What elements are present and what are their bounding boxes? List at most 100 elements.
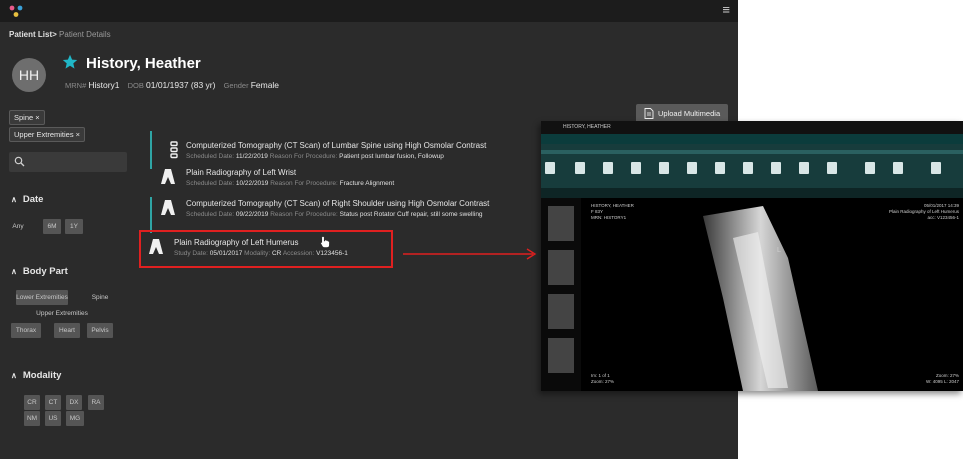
series-thumbnail-column bbox=[541, 198, 581, 391]
viewer-secondary-toolbar bbox=[541, 188, 963, 198]
mrn-value: History1 bbox=[88, 80, 120, 90]
study-meta-value: Patient post lumbar fusion, Followup bbox=[339, 153, 444, 160]
torso-icon bbox=[161, 200, 175, 215]
study-meta-label: Reason For Procedure: bbox=[270, 211, 338, 218]
study-meta-label: Scheduled Date: bbox=[186, 180, 235, 187]
study-meta-value: Status post Rotator Cuff repair, still s… bbox=[339, 211, 483, 218]
study-title: Computerized Tomography (CT Scan) of Lum… bbox=[186, 141, 487, 150]
study-meta: Study Date: 05/01/2017 Modality: CR Acce… bbox=[174, 250, 348, 257]
study-meta-label: Accession: bbox=[282, 250, 315, 257]
overlay-text: MRN: HISTORY1 bbox=[591, 215, 627, 220]
torso-icon bbox=[149, 239, 163, 254]
body-part-section-label: Body Part bbox=[22, 266, 68, 277]
chevron-up-icon: ∧ bbox=[11, 267, 17, 276]
date-section-title[interactable]: ∧ Date bbox=[11, 194, 43, 205]
date-option-1y[interactable]: 1Y bbox=[65, 219, 83, 234]
mrn-label: MRN# bbox=[65, 81, 87, 90]
selected-study-highlight bbox=[139, 230, 393, 268]
gender-value: Female bbox=[250, 80, 280, 90]
series-thumbnail[interactable] bbox=[548, 250, 574, 285]
study-meta-value: 10/22/2019 bbox=[235, 180, 269, 187]
study-meta-label: Modality: bbox=[244, 250, 271, 257]
study-meta-label: Scheduled Date: bbox=[186, 211, 235, 218]
humerus-xray-image bbox=[703, 206, 818, 391]
viewer-toolbar bbox=[541, 144, 963, 188]
filter-chip-upper-extremities[interactable]: Upper Extremities × bbox=[9, 127, 86, 142]
modality-cr[interactable]: CR bbox=[24, 395, 40, 410]
modality-dx[interactable]: DX bbox=[66, 395, 82, 410]
study-meta: Scheduled Date: 10/22/2019 Reason For Pr… bbox=[186, 180, 394, 187]
connector-arrow-icon bbox=[403, 248, 537, 260]
viewer-title-bar: HISTORY, HEATHER bbox=[541, 121, 963, 134]
study-title: Plain Radiography of Left Wrist bbox=[186, 168, 297, 177]
series-thumbnail[interactable] bbox=[548, 294, 574, 329]
gender-label: Gender bbox=[223, 81, 249, 90]
body-part-upper-extremities[interactable]: Upper Extremities bbox=[30, 306, 94, 321]
search-icon bbox=[14, 156, 25, 167]
breadcrumb-patient-list-link[interactable]: Patient List bbox=[9, 30, 52, 39]
timeline-bar bbox=[150, 197, 152, 233]
viewer-tool-icons bbox=[541, 150, 963, 174]
body-part-thorax[interactable]: Thorax bbox=[11, 323, 41, 338]
xray-image-area[interactable] bbox=[583, 198, 963, 391]
overlay-text: Zoom: 27% bbox=[591, 379, 615, 384]
document-icon bbox=[644, 108, 654, 119]
modality-ct[interactable]: CT bbox=[45, 395, 61, 410]
modality-us[interactable]: US bbox=[45, 411, 61, 426]
modality-section-label: Modality bbox=[22, 370, 62, 381]
breadcrumb-separator: > bbox=[52, 30, 57, 39]
body-part-spine[interactable]: Spine bbox=[88, 290, 112, 305]
modality-mg[interactable]: MG bbox=[66, 411, 84, 426]
hamburger-menu-icon[interactable]: ≡ bbox=[722, 3, 730, 17]
study-meta-value: 05/01/2017 bbox=[209, 250, 243, 257]
torso-icon bbox=[161, 169, 175, 184]
study-meta-label: Scheduled Date: bbox=[186, 153, 235, 160]
timeline-bar bbox=[150, 131, 152, 169]
study-meta: Scheduled Date: 11/22/2019 Reason For Pr… bbox=[186, 153, 444, 160]
top-bar: ≡ bbox=[0, 0, 738, 22]
overlay-bottom-left: Im: 1 of 1 Zoom: 27% bbox=[591, 373, 614, 385]
filter-chip-spine[interactable]: Spine × bbox=[9, 110, 45, 125]
study-meta-label: Study Date: bbox=[174, 250, 208, 257]
breadcrumb-current: Patient Details bbox=[59, 30, 111, 39]
date-section-label: Date bbox=[22, 194, 44, 205]
modality-section-title[interactable]: ∧ Modality bbox=[11, 370, 61, 381]
study-meta-value: 11/22/2019 bbox=[235, 153, 268, 160]
favorite-star-icon[interactable] bbox=[62, 54, 78, 70]
viewer-patient-tab[interactable]: HISTORY, HEATHER bbox=[563, 124, 611, 130]
study-meta-value: Fracture Alignment bbox=[339, 180, 395, 187]
overlay-left-info: HISTORY, HEATHER F 83Y MRN: HISTORY1 bbox=[591, 203, 634, 221]
breadcrumb: Patient List> Patient Details bbox=[9, 30, 111, 39]
modality-ra[interactable]: RA bbox=[88, 395, 104, 410]
spine-icon bbox=[170, 141, 178, 159]
body-part-pelvis[interactable]: Pelvis bbox=[87, 323, 113, 338]
app-logo-icon[interactable] bbox=[9, 5, 23, 17]
chevron-up-icon: ∧ bbox=[11, 195, 17, 204]
modality-nm[interactable]: NM bbox=[24, 411, 40, 426]
series-thumbnail[interactable] bbox=[548, 206, 574, 241]
dob-value: 01/01/1937 (83 yr) bbox=[146, 80, 216, 90]
study-meta: Scheduled Date: 09/22/2019 Reason For Pr… bbox=[186, 211, 483, 218]
body-part-heart[interactable]: Heart bbox=[54, 323, 80, 338]
date-option-any[interactable]: Any bbox=[10, 219, 26, 234]
image-viewer-window: HISTORY, HEATHER HISTORY, HEATHER F 83Y … bbox=[541, 121, 963, 391]
study-meta-value: CR bbox=[271, 250, 282, 257]
study-meta-value: V123456-1 bbox=[316, 250, 348, 257]
body-part-lower-extremities[interactable]: Lower Extremities bbox=[16, 290, 68, 305]
study-meta-label: Reason For Procedure: bbox=[270, 180, 338, 187]
date-option-6m[interactable]: 6M bbox=[43, 219, 61, 234]
patient-name: History, Heather bbox=[86, 55, 201, 72]
study-title: Plain Radiography of Left Humerus bbox=[174, 238, 299, 247]
body-part-section-title[interactable]: ∧ Body Part bbox=[11, 266, 68, 277]
hand-cursor-icon bbox=[320, 236, 330, 248]
overlay-bottom-right: Zoom: 27% W: 4095 L: 2047 bbox=[926, 373, 959, 385]
overlay-text: acc: V123456-1 bbox=[927, 215, 959, 220]
patient-avatar: HH bbox=[12, 58, 46, 92]
study-meta-value: 09/22/2019 bbox=[235, 211, 269, 218]
overlay-text: W: 4095 L: 2047 bbox=[926, 379, 959, 384]
patient-demographics: MRN# History1 DOB 01/01/1937 (83 yr) Gen… bbox=[65, 80, 279, 90]
series-thumbnail[interactable] bbox=[548, 338, 574, 373]
filter-search-input[interactable] bbox=[9, 152, 127, 172]
dob-label: DOB bbox=[127, 81, 144, 90]
viewer-tab-strip bbox=[541, 134, 963, 144]
